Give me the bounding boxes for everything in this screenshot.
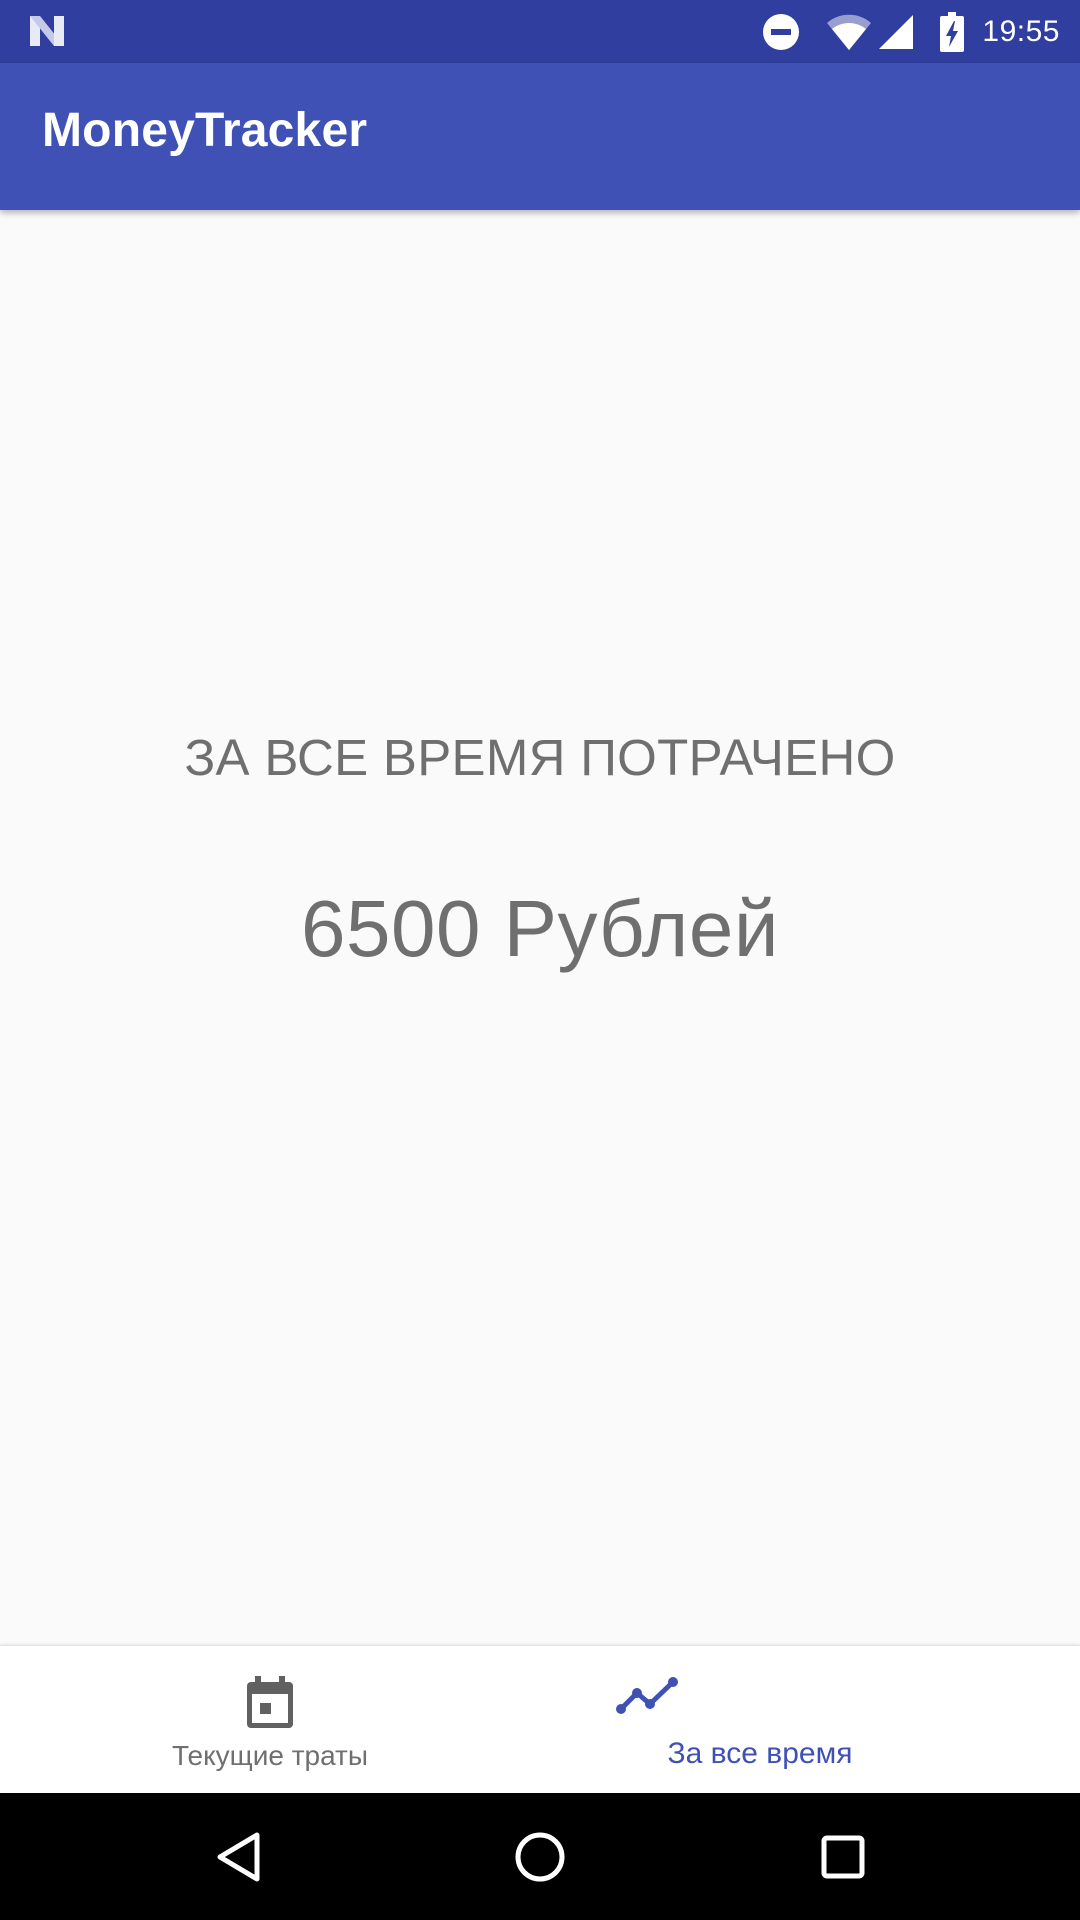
cell-signal-icon <box>879 14 914 49</box>
bottom-navigation: Текущие траты За все время <box>0 1645 1080 1794</box>
app-bar: MoneyTracker <box>0 63 1080 210</box>
spent-value: 6500 Рублей <box>300 884 780 973</box>
recents-icon <box>821 1835 865 1878</box>
do-not-disturb-icon <box>763 13 800 50</box>
wifi-icon <box>827 14 872 50</box>
tab-all-time[interactable]: За все время <box>540 1646 1080 1794</box>
back-icon <box>217 1832 260 1881</box>
status-bar: 19:55 <box>0 0 1080 63</box>
spent-label: ЗА ВСЕ ВРЕМЯ ПОТРАЧЕНО <box>184 729 896 786</box>
app-title: MoneyTracker <box>42 104 368 157</box>
timeline-icon <box>616 1677 678 1714</box>
home-icon <box>515 1832 565 1881</box>
calendar-icon <box>247 1676 293 1728</box>
battery-charging-icon <box>940 11 965 52</box>
tab-current-expenses[interactable]: Текущие траты <box>0 1646 540 1794</box>
screen: 19:55 MoneyTracker ЗА ВСЕ ВРЕМЯ ПОТРАЧЕН… <box>0 0 1080 1920</box>
system-navigation-bar <box>0 1793 1080 1920</box>
back-button[interactable] <box>178 1793 298 1920</box>
home-button[interactable] <box>480 1793 600 1920</box>
status-time: 19:55 <box>982 14 1060 48</box>
tab-all-time-label: За все время <box>667 1737 853 1770</box>
status-icons: 19:55 <box>762 0 1080 63</box>
total-spent-screen: ЗА ВСЕ ВРЕМЯ ПОТРАЧЕНО 6500 Рублей <box>0 210 1080 1645</box>
tab-current-expenses-label: Текущие траты <box>172 1740 368 1771</box>
notification-n-logo-icon <box>30 16 64 46</box>
recents-button[interactable] <box>783 1793 903 1920</box>
